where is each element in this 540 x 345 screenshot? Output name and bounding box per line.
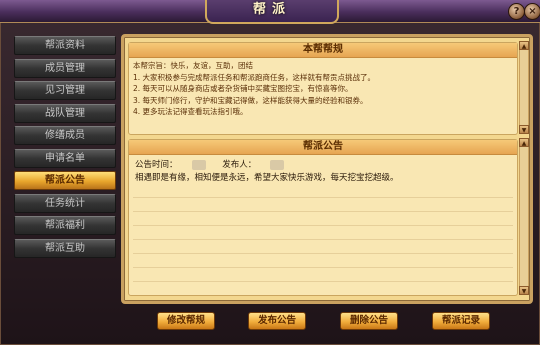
notice-body: 相遇即是有缘，相知便是永远，希望大家快乐游戏，每天挖宝挖超级。 — [135, 173, 399, 183]
content-panel: 本帮帮规 本帮宗旨：快乐，友谊，互助，团结 1. 大家积极参与完成帮派任务和帮派… — [121, 34, 533, 304]
rules-line: 3. 每天师门修行，守护和宝藏记得做，这样能获得大量的经验和银券。 — [133, 95, 368, 105]
rules-scrollbar[interactable]: ▲ ▼ — [519, 41, 529, 134]
nav-gang-welfare[interactable]: 帮派福利 — [14, 216, 116, 235]
scroll-up-icon[interactable]: ▲ — [519, 41, 529, 50]
edit-rules-button[interactable]: 修改帮规 — [157, 312, 215, 330]
nav-application-list[interactable]: 申请名单 — [14, 148, 116, 168]
notice-publisher-value — [270, 159, 285, 170]
gang-window: 帮派 ? × 帮派资料 成员管理 见习管理 战队管理 修缮成员 申请名单 帮派公… — [0, 0, 540, 345]
rules-section: 本帮帮规 本帮宗旨：快乐，友谊，互助，团结 1. 大家积极参与完成帮派任务和帮派… — [128, 42, 518, 135]
nav-team-manage[interactable]: 战队管理 — [14, 103, 116, 123]
sidebar-nav: 帮派资料 成员管理 见习管理 战队管理 修缮成员 申请名单 帮派公告 任务统计 … — [14, 36, 116, 261]
rules-line: 本帮宗旨：快乐，友谊，互助，团结 — [133, 61, 253, 70]
delete-notice-button[interactable]: 删除公告 — [340, 312, 398, 330]
title-bar: 帮派 ? × — [0, 0, 540, 24]
notice-time-label: 公告时间： — [135, 160, 178, 170]
close-button[interactable]: × — [524, 3, 540, 20]
rules-line: 1. 大家积极参与完成帮派任务和帮派跑商任务，这样就有帮贡点挑战了。 — [133, 72, 376, 82]
rules-text: 本帮宗旨：快乐，友谊，互助，团结 1. 大家积极参与完成帮派任务和帮派跑商任务，… — [129, 58, 517, 120]
scroll-down-icon[interactable]: ▼ — [519, 286, 529, 295]
window-title: 帮派 — [205, 0, 339, 24]
publish-notice-button[interactable]: 发布公告 — [248, 312, 306, 330]
nav-gang-mutual-aid[interactable]: 帮派互助 — [14, 238, 116, 258]
notice-publisher-label: 发布人： — [222, 160, 257, 170]
notice-scrollbar[interactable]: ▲ ▼ — [519, 138, 529, 295]
scroll-down-icon[interactable]: ▼ — [519, 125, 529, 134]
notice-section: 帮派公告 公告时间： 发布人： 相遇即是有缘，相知便是永远，希望大家快乐游戏，每… — [128, 139, 518, 296]
rules-line: 4. 更多玩法记得查看玩法指引哦。 — [133, 107, 248, 116]
help-button[interactable]: ? — [508, 3, 525, 20]
nav-gang-info[interactable]: 帮派资料 — [14, 36, 116, 55]
rules-line: 2. 每天可以从随身商店或者杂货铺中买藏宝图挖宝，有惊喜等你。 — [133, 84, 353, 93]
nav-task-stats[interactable]: 任务统计 — [14, 193, 116, 213]
nav-gang-notice[interactable]: 帮派公告 — [14, 171, 116, 190]
notice-meta: 公告时间： 发布人： — [135, 158, 285, 170]
notice-title: 帮派公告 — [129, 140, 517, 155]
nav-trainee-manage[interactable]: 见习管理 — [14, 81, 116, 100]
rules-title: 本帮帮规 — [129, 43, 517, 58]
gang-log-button[interactable]: 帮派记录 — [432, 312, 490, 330]
scroll-up-icon[interactable]: ▲ — [519, 138, 529, 147]
notice-time-value — [191, 159, 206, 170]
nav-member-manage[interactable]: 成员管理 — [14, 58, 116, 78]
nav-repair-member[interactable]: 修缮成员 — [14, 126, 116, 145]
